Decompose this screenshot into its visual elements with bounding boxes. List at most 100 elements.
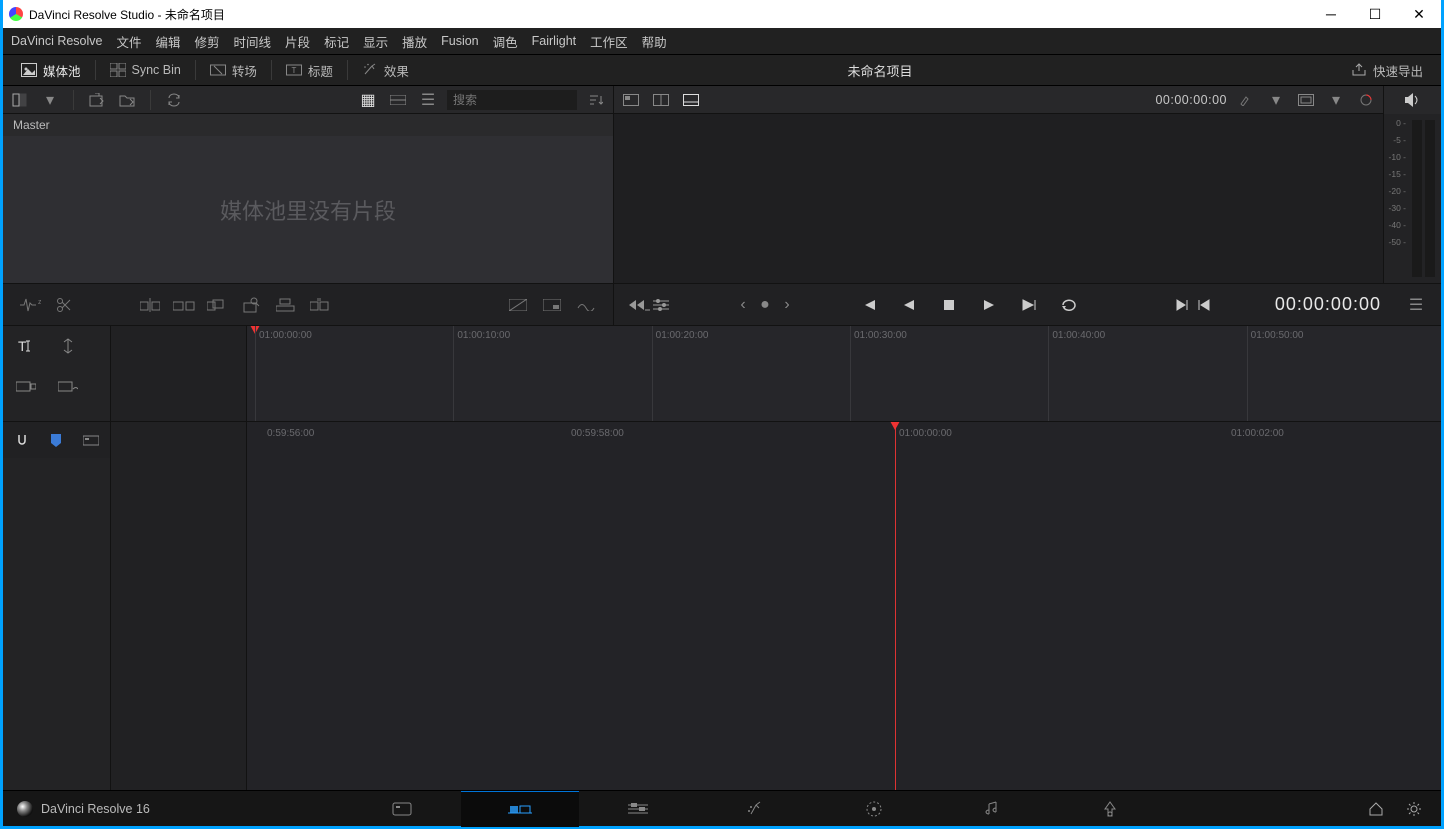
lower-track-header[interactable] <box>111 422 247 790</box>
safe-area-dropdown[interactable]: ▾ <box>1325 90 1347 110</box>
brand-text: DaVinci Resolve 16 <box>41 802 150 816</box>
viewer-mode-3-button[interactable] <box>680 90 702 110</box>
media-pool-empty[interactable]: 媒体池里没有片段 <box>3 136 613 283</box>
page-cut-button[interactable] <box>461 791 579 827</box>
app-logo-icon <box>9 7 23 21</box>
page-media-button[interactable] <box>343 791 461 827</box>
loop-button[interactable] <box>1058 295 1080 315</box>
menu-fairlight[interactable]: Fairlight <box>532 34 576 48</box>
closeup-button[interactable] <box>241 295 263 315</box>
tab-media-pool[interactable]: 媒体池 <box>11 54 91 86</box>
sync-bin-icon <box>110 63 126 77</box>
page-deliver-button[interactable] <box>1051 791 1169 827</box>
stop-button[interactable] <box>938 295 960 315</box>
sync-button[interactable] <box>163 90 185 110</box>
prev-edit-button[interactable] <box>1193 295 1215 315</box>
viewer-tools-dropdown[interactable]: ▾ <box>1265 90 1287 110</box>
viewer-mode-1-button[interactable] <box>620 90 642 110</box>
import-folder-button[interactable] <box>116 90 138 110</box>
flag-tool-button[interactable] <box>82 430 100 450</box>
view-thumb-button[interactable]: ▦ <box>357 90 379 110</box>
play-reverse-button[interactable] <box>898 295 920 315</box>
fast-review-button[interactable] <box>628 295 650 315</box>
lower-timeline-tracks[interactable]: 0:59:56:0000:59:58:0001:00:00:0001:00:02… <box>247 422 1441 790</box>
menu-workspace[interactable]: 工作区 <box>590 32 628 51</box>
source-overwrite-button[interactable] <box>309 295 331 315</box>
menu-playback[interactable]: 播放 <box>402 32 427 51</box>
upper-track-header[interactable] <box>111 326 247 421</box>
menu-edit[interactable]: 编辑 <box>156 32 181 51</box>
toolbar: ▾ ▦ ☰ 00:00:00:00 ▾ ▾ <box>3 86 1441 114</box>
play-button[interactable] <box>978 295 1000 315</box>
tool-trim-b-button[interactable] <box>57 336 79 356</box>
snap-button[interactable] <box>13 430 31 450</box>
import-media-button[interactable] <box>86 90 108 110</box>
media-pool-icon <box>21 63 37 77</box>
menu-fusion[interactable]: Fusion <box>441 34 479 48</box>
window-title: DaVinci Resolve Studio - 未命名项目 <box>29 6 225 23</box>
settings-button[interactable] <box>1403 799 1425 819</box>
lower-playhead[interactable] <box>895 422 896 790</box>
viewer-tools-button[interactable] <box>1235 90 1257 110</box>
marker-button[interactable]: ● <box>754 295 776 315</box>
maximize-button[interactable]: ☐ <box>1353 0 1397 28</box>
next-marker-button[interactable]: › <box>776 295 798 315</box>
tools-sliders-button[interactable] <box>650 295 672 315</box>
tool-stabilize-button[interactable] <box>575 295 597 315</box>
marker-tool-button[interactable] <box>47 430 65 450</box>
menu-help[interactable]: 帮助 <box>642 32 667 51</box>
menu-timeline[interactable]: 时间线 <box>234 32 272 51</box>
search-input[interactable] <box>447 90 577 110</box>
page-edit-button[interactable] <box>579 791 697 827</box>
menu-trim[interactable]: 修剪 <box>195 32 220 51</box>
viewer-panel[interactable] <box>614 114 1383 283</box>
smart-insert-button[interactable] <box>139 295 161 315</box>
page-fusion-icon <box>747 801 765 817</box>
viewer-mode-2-button[interactable] <box>650 90 672 110</box>
tool-audio-only-button[interactable] <box>57 376 79 396</box>
bin-list-button[interactable] <box>9 90 31 110</box>
ripple-button[interactable] <box>207 295 229 315</box>
volume-button[interactable] <box>1383 86 1441 114</box>
tab-titles[interactable]: T 标题 <box>276 54 343 86</box>
transport-timecode[interactable]: 00:00:00:00 <box>1275 294 1381 315</box>
menu-file[interactable]: 文件 <box>116 32 141 51</box>
page-fairlight-button[interactable] <box>933 791 1051 827</box>
tab-effects[interactable]: 效果 <box>352 54 419 86</box>
menu-color[interactable]: 调色 <box>493 32 518 51</box>
quick-export-button[interactable]: 快速导出 <box>1341 54 1433 86</box>
menu-mark[interactable]: 标记 <box>324 32 349 51</box>
page-color-button[interactable] <box>815 791 933 827</box>
tab-sync-bin[interactable]: Sync Bin <box>100 54 191 86</box>
safe-area-button[interactable] <box>1295 90 1317 110</box>
close-button[interactable]: ✕ <box>1397 0 1441 28</box>
tool-dissolve-button[interactable] <box>507 295 529 315</box>
go-start-button[interactable] <box>858 295 880 315</box>
view-list-button[interactable]: ☰ <box>417 90 439 110</box>
timeline-options-button[interactable]: ☰ <box>1405 295 1427 315</box>
home-button[interactable] <box>1365 799 1387 819</box>
split-button[interactable] <box>53 295 75 315</box>
next-edit-button[interactable] <box>1171 295 1193 315</box>
meter-label: -40 - <box>1389 220 1406 230</box>
upper-timeline-ruler[interactable]: 01:00:00:0001:00:10:0001:00:20:0001:00:3… <box>247 326 1441 421</box>
append-button[interactable] <box>173 295 195 315</box>
tool-trim-a-button[interactable]: T <box>15 336 37 356</box>
minimize-button[interactable]: ─ <box>1309 0 1353 28</box>
sort-button[interactable] <box>585 90 607 110</box>
view-strip-button[interactable] <box>387 90 409 110</box>
bin-dropdown-button[interactable]: ▾ <box>39 90 61 110</box>
tab-transitions[interactable]: 转场 <box>200 54 267 86</box>
page-fusion-button[interactable] <box>697 791 815 827</box>
boring-detector-button[interactable]: z <box>19 295 41 315</box>
menu-clip[interactable]: 片段 <box>285 32 310 51</box>
menu-davinci[interactable]: DaVinci Resolve <box>11 34 102 48</box>
tool-video-only-button[interactable] <box>15 376 37 396</box>
prev-marker-button[interactable]: ‹ <box>732 295 754 315</box>
menu-view[interactable]: 显示 <box>363 32 388 51</box>
place-on-top-button[interactable] <box>275 295 297 315</box>
speaker-icon <box>1404 92 1422 108</box>
go-end-button[interactable] <box>1018 295 1040 315</box>
bypass-button[interactable] <box>1355 90 1377 110</box>
tool-pip-button[interactable] <box>541 295 563 315</box>
